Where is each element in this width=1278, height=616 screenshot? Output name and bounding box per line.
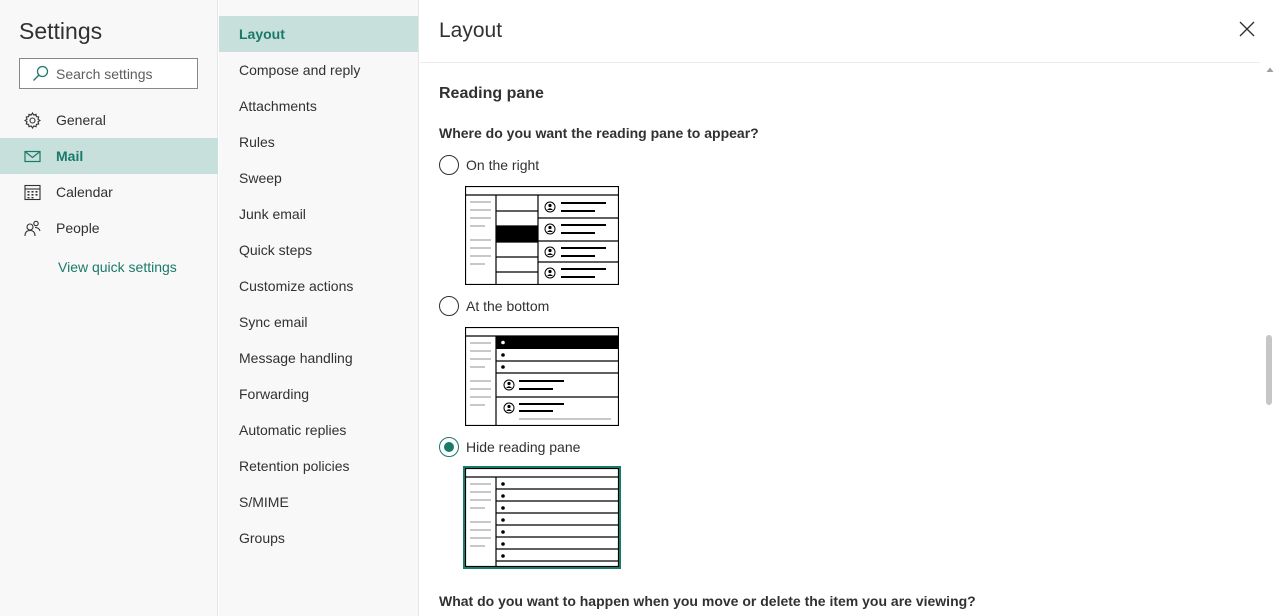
category-sweep[interactable]: Sweep xyxy=(219,160,418,196)
nav-item-label: Mail xyxy=(56,148,84,164)
radio-hide-reading-pane[interactable]: Hide reading pane xyxy=(439,437,580,457)
view-quick-settings-link[interactable]: View quick settings xyxy=(58,259,177,275)
move-delete-question: What do you want to happen when you move… xyxy=(439,593,976,609)
nav-item-mail[interactable]: Mail xyxy=(0,138,218,174)
category-retention-policies[interactable]: Retention policies xyxy=(219,448,418,484)
search-box[interactable] xyxy=(19,58,198,89)
category-message-handling[interactable]: Message handling xyxy=(219,340,418,376)
section-title: Reading pane xyxy=(439,85,544,102)
radio-button[interactable] xyxy=(439,296,459,316)
category-rules[interactable]: Rules xyxy=(219,124,418,160)
category-compose-and-reply[interactable]: Compose and reply xyxy=(219,52,418,88)
calendar-icon xyxy=(24,184,41,200)
category-customize-actions[interactable]: Customize actions xyxy=(219,268,418,304)
radio-label: At the bottom xyxy=(466,298,550,314)
scrollbar-thumb[interactable] xyxy=(1266,335,1272,405)
reading-pane-bottom-preview[interactable] xyxy=(465,327,619,426)
hide-reading-pane-preview[interactable] xyxy=(463,466,621,569)
radio-button[interactable] xyxy=(439,155,459,175)
settings-nav: General Mail Calendar People xyxy=(0,102,218,246)
nav-item-label: Calendar xyxy=(56,184,113,200)
category-layout[interactable]: Layout xyxy=(219,16,418,52)
gear-icon xyxy=(24,111,41,129)
settings-sidebar: Settings General Mail Calendar People Vi… xyxy=(0,0,218,616)
search-input[interactable] xyxy=(56,65,186,82)
mail-icon xyxy=(24,150,41,162)
category-automatic-replies[interactable]: Automatic replies xyxy=(219,412,418,448)
radio-on-the-right[interactable]: On the right xyxy=(439,155,539,175)
radio-label: Hide reading pane xyxy=(466,439,581,455)
category-smime[interactable]: S/MIME xyxy=(219,484,418,520)
search-icon xyxy=(33,65,49,81)
category-junk-email[interactable]: Junk email xyxy=(219,196,418,232)
reading-pane-question: Where do you want the reading pane to ap… xyxy=(439,125,759,141)
nav-item-label: People xyxy=(56,220,100,236)
nav-item-calendar[interactable]: Calendar xyxy=(0,174,218,210)
category-forwarding[interactable]: Forwarding xyxy=(219,376,418,412)
nav-item-general[interactable]: General xyxy=(0,102,218,138)
nav-item-people[interactable]: People xyxy=(0,210,218,246)
people-icon xyxy=(24,220,41,236)
scroll-up-arrow-icon[interactable] xyxy=(1266,66,1274,74)
settings-title: Settings xyxy=(19,18,103,44)
category-groups[interactable]: Groups xyxy=(219,520,418,556)
mail-categories-panel: Layout Compose and reply Attachments Rul… xyxy=(219,0,419,616)
close-button[interactable] xyxy=(1237,19,1257,39)
page-title: Layout xyxy=(439,19,503,42)
mail-categories-list: Layout Compose and reply Attachments Rul… xyxy=(219,16,418,556)
category-quick-steps[interactable]: Quick steps xyxy=(219,232,418,268)
radio-button[interactable] xyxy=(439,437,459,457)
close-icon xyxy=(1239,21,1255,37)
nav-item-label: General xyxy=(56,112,106,128)
header-divider xyxy=(420,62,1260,63)
radio-label: On the right xyxy=(466,157,540,173)
category-sync-email[interactable]: Sync email xyxy=(219,304,418,340)
radio-at-the-bottom[interactable]: At the bottom xyxy=(439,296,549,316)
category-attachments[interactable]: Attachments xyxy=(219,88,418,124)
reading-pane-right-preview[interactable] xyxy=(465,186,619,285)
layout-settings-pane: Layout Reading pane Where do you want th… xyxy=(420,0,1278,616)
